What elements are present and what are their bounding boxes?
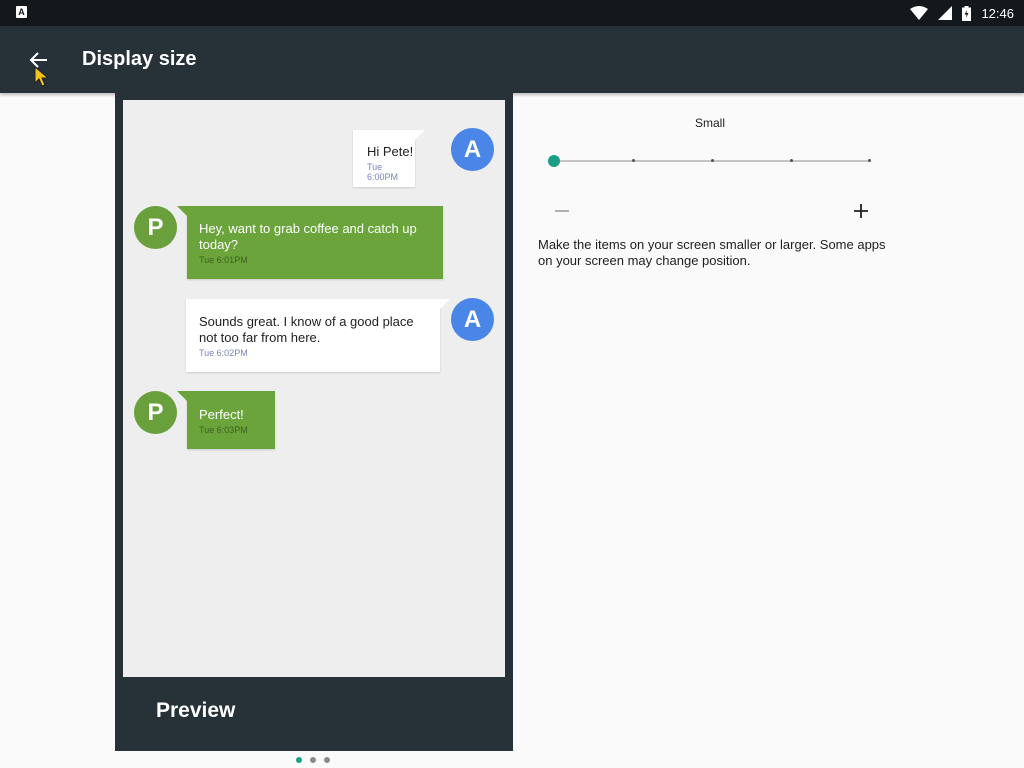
bubble-tail (440, 299, 450, 309)
message-bubble: Hi Pete! Tue 6:00PM (353, 130, 425, 187)
battery-icon (962, 5, 972, 21)
message-text: Sounds great. I know of a good place not… (199, 314, 414, 345)
decrease-size-button[interactable] (550, 199, 574, 223)
mouse-cursor-icon (34, 66, 50, 87)
message-bubble: Hey, want to grab coffee and catch up to… (177, 206, 443, 279)
message-time: Tue 6:00PM (367, 162, 399, 182)
app-notification-icon: A (16, 6, 27, 18)
avatar-letter: A (463, 305, 482, 333)
signal-icon (938, 6, 953, 20)
page-dot[interactable] (310, 757, 316, 763)
page-dot[interactable] (324, 757, 330, 763)
slider-tick[interactable] (711, 159, 714, 162)
display-size-slider[interactable] (548, 153, 872, 169)
message-time: Tue 6:03PM (199, 425, 248, 435)
slider-thumb[interactable] (548, 155, 560, 167)
preview-panel: Hi Pete! Tue 6:00PM A P Hey, want to gra… (115, 93, 513, 751)
avatar-letter: A (463, 135, 482, 163)
preview-label: Preview (156, 699, 236, 722)
description-text: Make the items on your screen smaller or… (538, 237, 886, 268)
page-indicator (296, 757, 330, 763)
message-bubble: Perfect! Tue 6:03PM (177, 391, 275, 449)
size-label: Small (694, 116, 725, 130)
status-clock: 12:46 (981, 5, 1014, 21)
page-title: Display size (82, 48, 197, 70)
slider-tick[interactable] (868, 159, 871, 162)
message-time: Tue 6:02PM (199, 348, 248, 358)
message-text: Hey, want to grab coffee and catch up to… (199, 221, 417, 252)
message-text: Hi Pete! (367, 144, 414, 159)
avatar: A (451, 128, 494, 171)
app-notification-letter: A (18, 7, 25, 17)
avatar: P (134, 206, 177, 249)
slider-tick[interactable] (632, 159, 635, 162)
page-dot-active[interactable] (296, 757, 302, 763)
increase-size-button[interactable] (849, 199, 873, 223)
preview-screen: Hi Pete! Tue 6:00PM A P Hey, want to gra… (123, 100, 505, 677)
status-icons: 12:46 (910, 0, 1014, 26)
minus-icon (555, 210, 569, 212)
bubble-tail (177, 206, 187, 216)
avatar: P (134, 391, 177, 434)
avatar-letter: P (147, 213, 164, 241)
app-bar: Display size (0, 26, 1024, 93)
status-bar: A 12:46 (0, 0, 1024, 26)
message-time: Tue 6:01PM (199, 255, 248, 265)
slider-tick[interactable] (790, 159, 793, 162)
bubble-tail (177, 391, 187, 401)
avatar: A (451, 298, 494, 341)
message-text: Perfect! (199, 407, 244, 422)
message-bubble: Sounds great. I know of a good place not… (186, 299, 450, 372)
bubble-tail (415, 130, 425, 140)
avatar-letter: P (147, 398, 164, 426)
plus-icon (854, 204, 868, 218)
wifi-icon (910, 6, 929, 20)
